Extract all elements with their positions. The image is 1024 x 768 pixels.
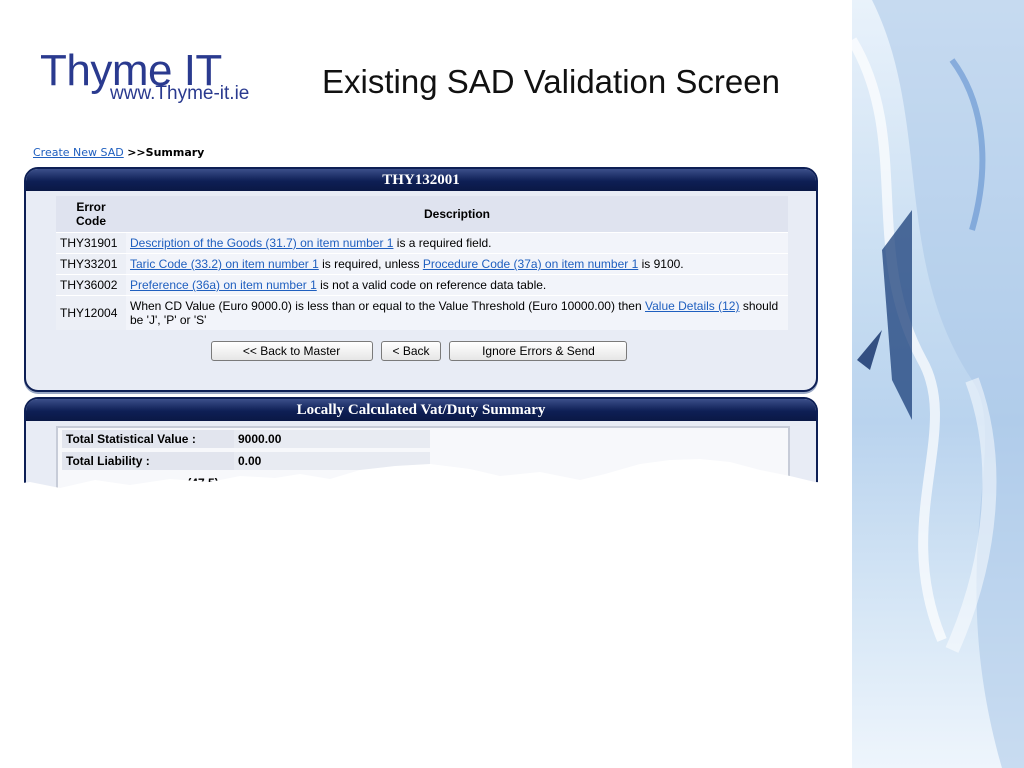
column-header-error-code: Error Code xyxy=(56,196,126,233)
back-to-master-button[interactable]: << Back to Master xyxy=(210,341,373,361)
error-field-link[interactable]: Preference (36a) on item number 1 xyxy=(130,278,317,292)
error-field-link-secondary[interactable]: Procedure Code (37a) on item number 1 xyxy=(423,257,638,271)
breadcrumb: Create New SAD >>Summary xyxy=(33,146,204,159)
table-row: THY36002 Preference (36a) on item number… xyxy=(56,274,788,296)
error-description: When CD Value (Euro 9000.0) is less than… xyxy=(126,295,788,330)
logo-url: www.Thyme-it.ie xyxy=(110,83,250,104)
panel-title: THY132001 xyxy=(26,169,816,191)
summary-value: 9000.00 xyxy=(234,430,430,448)
error-code: THY33201 xyxy=(56,253,126,275)
table-row: THY31901 Description of the Goods (31.7)… xyxy=(56,232,788,254)
error-field-link[interactable]: Description of the Goods (31.7) on item … xyxy=(130,236,393,250)
error-code: THY31901 xyxy=(56,232,126,254)
error-field-link[interactable]: Value Details (12) xyxy=(645,299,740,313)
torn-paper-overlay xyxy=(0,459,852,768)
error-description: Description of the Goods (31.7) on item … xyxy=(126,232,788,254)
decorative-clock-art xyxy=(852,0,1024,768)
breadcrumb-current: Summary xyxy=(145,146,205,159)
error-description: Taric Code (33.2) on item number 1 is re… xyxy=(126,253,788,275)
error-message-text: is 9100. xyxy=(638,257,684,271)
error-code: THY12004 xyxy=(56,295,126,330)
panel-title: Locally Calculated Vat/Duty Summary xyxy=(26,399,816,421)
error-code: THY36002 xyxy=(56,274,126,296)
error-message-text: When CD Value (Euro 9000.0) is less than… xyxy=(130,299,645,313)
table-row: THY12004 When CD Value (Euro 9000.0) is … xyxy=(56,295,788,330)
summary-label: Total Statistical Value : xyxy=(62,430,234,448)
ignore-errors-send-button[interactable]: Ignore Errors & Send xyxy=(449,341,628,361)
breadcrumb-separator: >> xyxy=(127,146,146,159)
validation-errors-panel: THY132001 Error Code Description THY3190… xyxy=(24,167,818,392)
back-button[interactable]: < Back xyxy=(381,341,441,361)
thyme-it-logo: Thyme IT www.Thyme-it.ie xyxy=(40,48,260,108)
breadcrumb-create-new-sad-link[interactable]: Create New SAD xyxy=(33,146,124,159)
slide-title: Existing SAD Validation Screen xyxy=(322,63,780,100)
errors-table: Error Code Description THY31901 Descript… xyxy=(56,196,788,330)
error-message-text: is required, unless xyxy=(318,257,423,271)
column-header-description: Description xyxy=(126,196,788,233)
error-message-text: is a required field. xyxy=(393,236,492,250)
error-message-text: is not a valid code on reference data ta… xyxy=(316,278,547,292)
table-row: THY33201 Taric Code (33.2) on item numbe… xyxy=(56,253,788,275)
error-description: Preference (36a) on item number 1 is not… xyxy=(126,274,788,296)
action-buttons: << Back to Master < Back Ignore Errors &… xyxy=(26,341,812,361)
error-field-link[interactable]: Taric Code (33.2) on item number 1 xyxy=(130,257,319,271)
